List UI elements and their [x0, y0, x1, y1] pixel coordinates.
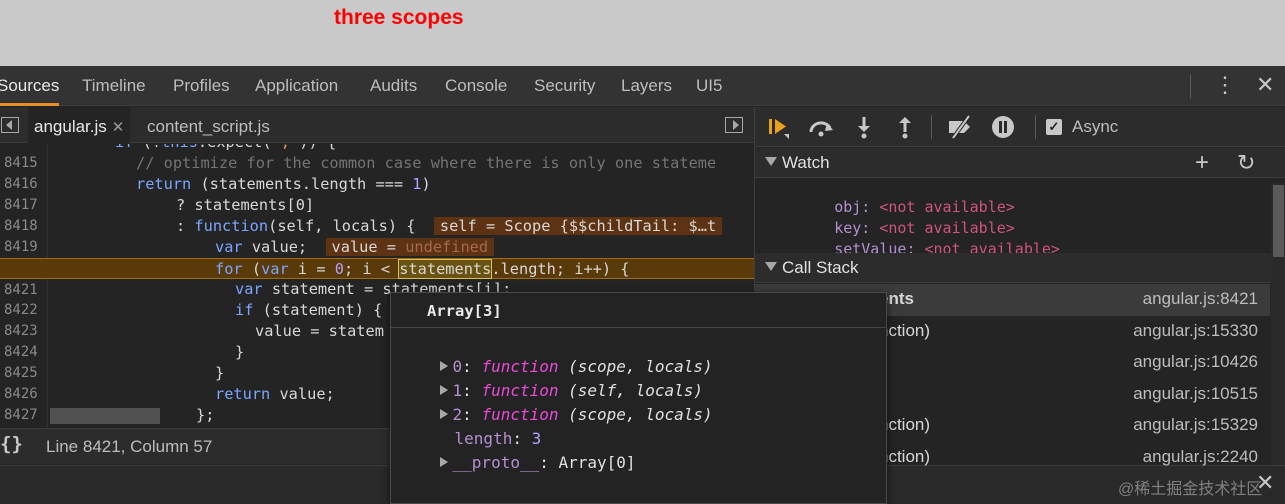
- sidebar-vertical-scrollbar[interactable]: [1271, 183, 1285, 465]
- code-line: 8416 // optimize for the common case whe…: [0, 153, 754, 192]
- file-tab-content-script-js[interactable]: content_script.js: [147, 107, 270, 143]
- step-out-icon[interactable]: [890, 113, 920, 141]
- pretty-print-icon[interactable]: {}: [0, 433, 23, 455]
- expand-arrow-icon: [765, 262, 777, 271]
- expand-arrow-icon: [765, 157, 777, 166]
- tab-console[interactable]: Console: [445, 66, 507, 106]
- cursor-position: Line 8421, Column 57: [46, 437, 213, 456]
- add-watch-icon[interactable]: +: [1195, 148, 1209, 178]
- close-drawer-icon[interactable]: ✕: [1256, 470, 1274, 496]
- deactivate-breakpoints-icon[interactable]: [945, 113, 975, 141]
- code-line-text: // optimize for the common case where th…: [136, 154, 717, 172]
- step-over-icon[interactable]: [806, 113, 836, 141]
- code-line-text: for (var i = 0; i < statements.length; i…: [215, 259, 630, 279]
- watch-section-header[interactable]: Watch + ↻: [755, 148, 1285, 178]
- watch-expression[interactable]: setValue: <not available>: [780, 222, 1060, 258]
- inline-value-value: value = undefined: [325, 238, 495, 256]
- screenshot-top-margin: three scopes: [0, 0, 1285, 66]
- close-devtools-icon[interactable]: ✕: [1256, 72, 1274, 98]
- pause-on-exceptions-icon[interactable]: [988, 113, 1018, 141]
- array-length: length: 3: [454, 429, 542, 448]
- tab-profiles[interactable]: Profiles: [173, 66, 230, 106]
- callstack-section-header[interactable]: Call Stack: [755, 253, 1285, 283]
- current-execution-line: 8421 for (var i = 0; i < statements.leng…: [0, 258, 754, 298]
- tab-security[interactable]: Security: [534, 66, 595, 106]
- code-line-text: };: [196, 406, 215, 424]
- code-line-text: var value; value = undefined: [215, 237, 495, 258]
- array-item[interactable]: 1: function (self, locals): [401, 355, 703, 400]
- main-tab-bar: Sources Timeline Profiles Application Au…: [0, 66, 1285, 106]
- tab-application[interactable]: Application: [255, 66, 338, 106]
- watermark: @稀土掘金技术社区: [1118, 481, 1263, 498]
- code-line-text: return value;: [215, 385, 335, 403]
- tab-audits[interactable]: Audits: [370, 66, 417, 106]
- code-line: 8420 var value; value = undefined: [0, 237, 754, 276]
- code-line: 8417 return (statements.length === 1): [0, 174, 754, 213]
- code-line-text: if (statement) {: [235, 301, 383, 319]
- code-line: 8418 ? statements[0]: [0, 195, 754, 234]
- line-number: 8428: [4, 426, 38, 427]
- file-tab-label: angular.js: [34, 117, 107, 136]
- toggle-navigator-icon[interactable]: [1, 117, 19, 133]
- file-tab-angular-js[interactable]: angular.js ✕: [28, 107, 131, 143]
- inline-value-self: self = Scope {$$childTail: $…t: [433, 217, 723, 235]
- editor-file-tabs: angular.js ✕ content_script.js: [0, 107, 754, 143]
- async-label: Async: [1072, 117, 1119, 136]
- array-proto[interactable]: __proto__: Array[0]: [401, 427, 636, 472]
- tab-timeline[interactable]: Timeline: [82, 66, 146, 106]
- more-options-icon[interactable]: ⋮: [1214, 72, 1236, 98]
- watch-expression[interactable]: key: <not available>: [780, 201, 1015, 237]
- array-item[interactable]: 2: function (scope, locals): [401, 379, 713, 424]
- close-tab-icon[interactable]: ✕: [112, 119, 125, 136]
- code-line-text: ? statements[0]: [176, 196, 315, 214]
- expand-arrow-icon: [439, 457, 448, 467]
- tab-ui5[interactable]: UI5: [696, 66, 722, 106]
- editor-horizontal-scrollbar[interactable]: [50, 408, 160, 424]
- object-preview-popover: Array[3] 0: function (scope, locals) 1: …: [390, 292, 887, 504]
- code-line-text: return (statements.length === 1): [136, 175, 431, 193]
- code-line-text: }: [215, 364, 225, 382]
- watch-expression[interactable]: obj: <not available>: [780, 180, 1015, 216]
- code-line-text: : function(self, locals) { self = Scope …: [176, 216, 723, 237]
- popover-divider: [391, 327, 886, 328]
- code-line-text: if (!this.expect(';')) {: [115, 144, 336, 153]
- code-line: 8419 : function(self, locals) { self = S…: [0, 216, 754, 255]
- code-line-text: value = statem: [255, 322, 384, 340]
- caption-three-scopes: three scopes: [334, 6, 464, 29]
- popover-title: Array[3]: [427, 302, 502, 320]
- debugger-toolbar: ✓ Async: [755, 107, 1285, 147]
- watch-title: Watch: [782, 153, 830, 172]
- array-item[interactable]: 0: function (scope, locals): [401, 331, 713, 376]
- refresh-icon[interactable]: ↻: [1237, 148, 1255, 178]
- hovered-token-statements: statements: [398, 259, 493, 279]
- step-into-icon[interactable]: [849, 113, 879, 141]
- toolbar-separator: [931, 115, 932, 139]
- toolbar-separator: [1190, 74, 1191, 98]
- tab-layers[interactable]: Layers: [621, 66, 672, 106]
- tab-sources[interactable]: Sources: [0, 66, 60, 106]
- resume-icon[interactable]: [763, 113, 793, 141]
- callstack-title: Call Stack: [782, 258, 859, 277]
- async-checkbox[interactable]: ✓: [1046, 119, 1062, 135]
- toggle-debugger-sidebar-icon[interactable]: [725, 117, 743, 133]
- toolbar-separator: [1035, 115, 1036, 139]
- code-line-text: }: [235, 343, 245, 361]
- code-line: 8415 if (!this.expect(';')) {: [0, 144, 754, 171]
